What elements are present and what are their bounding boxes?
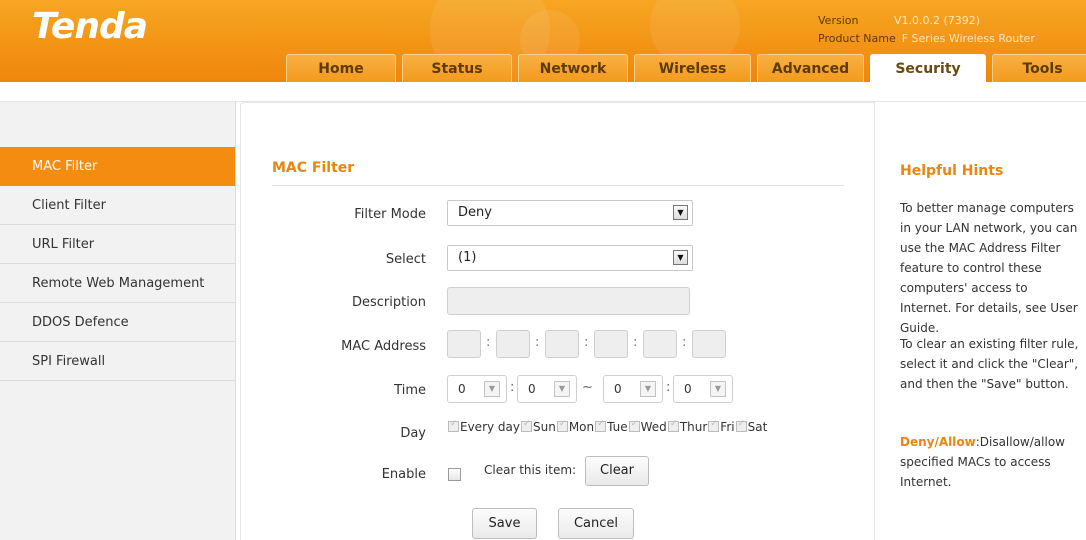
- description-label: Description: [351, 295, 426, 310]
- dropdown-arrow-icon: ▼: [673, 250, 688, 265]
- dropdown-arrow-icon: ▼: [640, 381, 656, 397]
- save-button[interactable]: Save: [472, 508, 537, 539]
- checkbox-thur[interactable]: [667, 419, 679, 432]
- title-divider: [272, 185, 844, 186]
- mac-octet-1-input[interactable]: [447, 330, 481, 358]
- mac-octet-6-input[interactable]: [692, 330, 726, 358]
- product-name-label: Product Name: [818, 32, 896, 45]
- day-label-fri: Fri: [720, 420, 735, 434]
- sidebar-item-mac-filter[interactable]: MAC Filter: [0, 147, 235, 186]
- tab-tools[interactable]: Tools: [992, 54, 1086, 82]
- start-hour-value: 0: [458, 382, 466, 396]
- mac-octet-3-input[interactable]: [545, 330, 579, 358]
- time-colon: :: [666, 380, 671, 395]
- rule-select-value: (1): [458, 250, 477, 265]
- tab-network[interactable]: Network: [518, 54, 628, 82]
- dropdown-arrow-icon: ▼: [554, 381, 570, 397]
- sidebar-item-url-filter[interactable]: URL Filter: [0, 225, 235, 264]
- enable-label: Enable: [381, 467, 426, 482]
- clear-button[interactable]: Clear: [585, 456, 649, 486]
- end-hour-value: 0: [614, 382, 622, 396]
- sidebar: MAC Filter Client Filter URL Filter Remo…: [0, 102, 236, 540]
- mac-address-label: MAC Address: [341, 339, 426, 354]
- day-checkboxes: Every day Sun Mon Tue Wed Thur Fri Sat: [448, 419, 768, 434]
- helpful-hints-panel: Helpful Hints To better manage computers…: [874, 102, 1086, 540]
- checkbox-every-day[interactable]: [448, 419, 459, 432]
- mac-octet-2-input[interactable]: [496, 330, 530, 358]
- hint-deny-allow-term: Deny/Allow: [900, 435, 976, 449]
- hints-title: Helpful Hints: [900, 163, 1004, 179]
- enable-checkbox[interactable]: [448, 468, 461, 481]
- hint-paragraph-1: To better manage computers in your LAN n…: [900, 201, 1078, 335]
- tab-wireless[interactable]: Wireless: [634, 54, 751, 82]
- tab-home[interactable]: Home: [286, 54, 396, 82]
- filter-mode-label: Filter Mode: [354, 207, 426, 222]
- dropdown-arrow-icon: ▼: [710, 381, 726, 397]
- sidebar-item-spi-firewall[interactable]: SPI Firewall: [0, 342, 235, 381]
- day-label-sat: Sat: [747, 420, 768, 434]
- tenda-logo: Tenda: [32, 6, 148, 47]
- main-panel: MAC Filter Filter Mode Deny ▼ Select (1)…: [240, 102, 874, 540]
- header-bar: Tenda Version V1.0.0.2 (7392) Product Nam…: [0, 0, 1086, 82]
- checkbox-wed[interactable]: [628, 419, 640, 432]
- product-name-value: F Series Wireless Router: [901, 32, 1035, 45]
- end-hour-select[interactable]: 0 ▼: [603, 375, 663, 403]
- dropdown-arrow-icon: ▼: [484, 381, 500, 397]
- start-minute-value: 0: [528, 382, 536, 396]
- mac-separator: :: [486, 335, 491, 350]
- mac-octet-5-input[interactable]: [643, 330, 677, 358]
- day-label-thur: Thur: [679, 420, 708, 434]
- checkbox-mon[interactable]: [556, 419, 568, 432]
- mac-separator: :: [535, 335, 540, 350]
- mac-octet-4-input[interactable]: [594, 330, 628, 358]
- end-minute-select[interactable]: 0 ▼: [673, 375, 733, 403]
- header-divider: [0, 82, 1086, 102]
- sidebar-item-client-filter[interactable]: Client Filter: [0, 186, 235, 225]
- tab-status[interactable]: Status: [402, 54, 512, 82]
- checkbox-sun[interactable]: [521, 419, 532, 432]
- version-info: Version V1.0.0.2 (7392) Product Name F Ser…: [818, 12, 1035, 48]
- checkbox-tue[interactable]: [595, 419, 607, 432]
- day-label-every-day: Every day: [460, 420, 520, 434]
- checkbox-fri[interactable]: [708, 419, 720, 432]
- time-colon: :: [510, 380, 515, 395]
- clear-item-label: Clear this item:: [484, 463, 577, 477]
- time-label: Time: [394, 383, 426, 398]
- page-title: MAC Filter: [272, 160, 355, 176]
- end-minute-value: 0: [684, 382, 692, 396]
- sidebar-item-ddos-defence[interactable]: DDOS Defence: [0, 303, 235, 342]
- hint-paragraph-3: Deny/Allow:Disallow/allow specified MACs…: [900, 432, 1082, 492]
- day-label-sun: Sun: [533, 420, 556, 434]
- filter-mode-select[interactable]: Deny ▼: [447, 200, 693, 226]
- day-label-tue: Tue: [607, 420, 628, 434]
- mac-separator: :: [682, 335, 687, 350]
- dropdown-arrow-icon: ▼: [673, 205, 688, 220]
- mac-separator: :: [633, 335, 638, 350]
- version-label: Version: [818, 14, 859, 27]
- start-minute-select[interactable]: 0 ▼: [517, 375, 577, 403]
- rule-select[interactable]: (1) ▼: [447, 245, 693, 271]
- filter-mode-value: Deny: [458, 205, 492, 220]
- tab-advanced[interactable]: Advanced: [757, 54, 864, 82]
- tab-security[interactable]: Security: [870, 54, 986, 82]
- sidebar-item-remote-web-management[interactable]: Remote Web Management: [0, 264, 235, 303]
- start-hour-select[interactable]: 0 ▼: [447, 375, 507, 403]
- description-input[interactable]: [447, 287, 690, 315]
- hint-paragraph-2: To clear an existing filter rule, select…: [900, 337, 1079, 391]
- version-value: V1.0.0.2 (7392): [894, 14, 981, 27]
- day-label: Day: [400, 426, 426, 441]
- day-label-wed: Wed: [640, 420, 667, 434]
- cancel-button[interactable]: Cancel: [558, 508, 634, 539]
- day-label-mon: Mon: [568, 420, 595, 434]
- checkbox-sat[interactable]: [735, 419, 747, 432]
- select-label: Select: [385, 252, 426, 267]
- mac-separator: :: [584, 335, 589, 350]
- time-range-separator: ~: [582, 380, 593, 395]
